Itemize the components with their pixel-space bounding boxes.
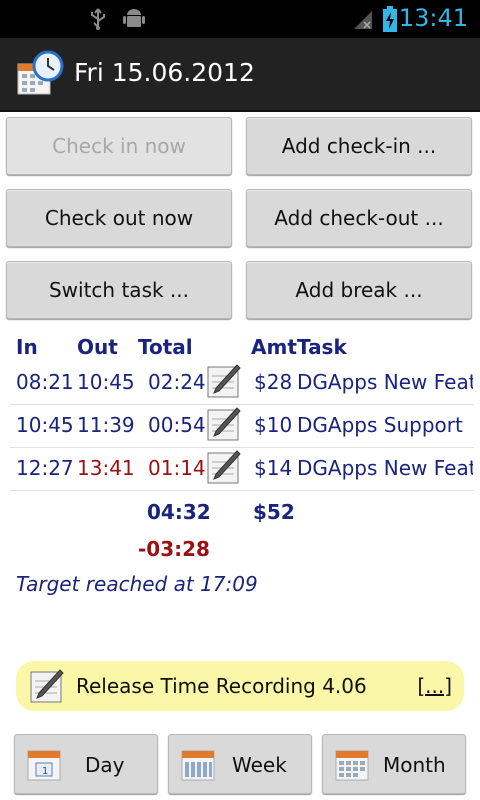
cell-in: 10:45: [16, 413, 74, 437]
month-button[interactable]: Month: [322, 734, 466, 794]
add-check-in-button[interactable]: Add check-in ...: [246, 117, 472, 175]
table-row[interactable]: 08:21 10:45 02:24 $28 DGApps New Feature…: [10, 362, 474, 405]
day-button[interactable]: 1 Day: [14, 734, 158, 794]
release-notice[interactable]: Release Time Recording 4.06 [...]: [16, 661, 464, 711]
edit-note-icon[interactable]: [207, 364, 241, 398]
cell-in: 08:21: [16, 370, 74, 394]
cell-out: 13:41: [77, 456, 135, 480]
add-break-button[interactable]: Add break ...: [246, 261, 472, 319]
month-label: Month: [383, 753, 446, 777]
week-label: Week: [232, 753, 287, 777]
edit-note-icon[interactable]: [207, 450, 241, 484]
sum-amount: $52: [253, 500, 295, 524]
day-label: Day: [85, 753, 125, 777]
column-header-out: Out: [77, 335, 118, 359]
cell-total: 01:14: [148, 456, 206, 480]
cell-task: DGApps New Features: [297, 456, 473, 480]
table-row[interactable]: 10:45 11:39 00:54 $10 DGApps Support: [10, 405, 474, 448]
status-bar: 13:41: [0, 0, 480, 38]
add-check-out-button[interactable]: Add check-out ...: [246, 189, 472, 247]
cell-amt: $28: [254, 370, 293, 394]
cell-task: DGApps New Features: [297, 370, 473, 394]
column-header-in: In: [16, 335, 38, 359]
cell-amt: $10: [254, 413, 293, 437]
page-title: Fri 15.06.2012: [74, 58, 255, 87]
action-bar: Fri 15.06.2012: [0, 38, 480, 112]
edit-note-icon[interactable]: [207, 407, 241, 441]
switch-task-button[interactable]: Switch task ...: [6, 261, 232, 319]
table-row[interactable]: 12:27 13:41 01:14 $14 DGApps New Feature…: [10, 448, 474, 491]
release-notice-more-link[interactable]: [...]: [417, 674, 452, 698]
sum-total: 04:32: [147, 500, 211, 524]
balance-value: -03:28: [138, 537, 210, 561]
cell-in: 12:27: [16, 456, 74, 480]
cell-out: 10:45: [77, 370, 135, 394]
svg-text:1: 1: [42, 766, 48, 777]
edit-note-icon: [30, 669, 64, 703]
battery-charging-icon: [383, 6, 397, 32]
check-out-now-button[interactable]: Check out now: [6, 189, 232, 247]
calendar-day-icon: 1: [27, 750, 61, 781]
column-header-amt: Amt: [251, 335, 297, 359]
calendar-week-icon: [181, 750, 215, 781]
cell-out: 11:39: [77, 413, 135, 437]
cell-total: 02:24: [148, 370, 206, 394]
cell-total: 00:54: [148, 413, 206, 437]
signal-icon: [354, 11, 372, 29]
week-button[interactable]: Week: [168, 734, 312, 794]
target-reached-text: Target reached at 17:09: [16, 572, 258, 596]
usb-icon: [91, 8, 105, 30]
release-notice-text: Release Time Recording 4.06: [76, 674, 367, 698]
column-header-total: Total: [138, 335, 193, 359]
android-debug-icon: [123, 9, 145, 27]
check-in-now-button[interactable]: Check in now: [6, 117, 232, 175]
cell-amt: $14: [254, 456, 293, 480]
cell-task: DGApps Support: [297, 413, 463, 437]
calendar-month-icon: [335, 750, 369, 781]
status-clock: 13:41: [398, 4, 468, 32]
column-header-task: Task: [297, 335, 347, 359]
calendar-clock-icon[interactable]: [16, 50, 66, 98]
